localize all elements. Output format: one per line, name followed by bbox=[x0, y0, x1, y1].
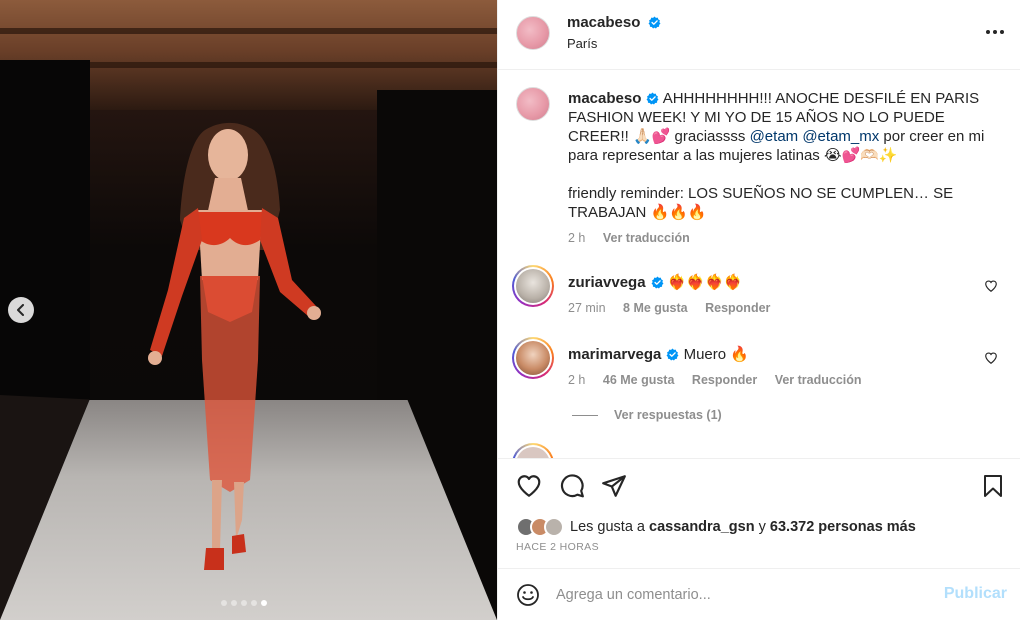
commenter-avatar[interactable] bbox=[512, 443, 554, 458]
emoji-icon[interactable] bbox=[516, 583, 540, 607]
action-bar: Les gusta a cassandra_gsn y 63.372 perso… bbox=[498, 458, 1020, 568]
translate-link[interactable]: Ver traducción bbox=[775, 373, 862, 387]
caption-body: graciassss bbox=[670, 128, 750, 145]
liker-avatar[interactable] bbox=[544, 517, 564, 537]
comments-list: macabeso AHHHHHHHH!!! ANOCHE DESFILÉ EN … bbox=[498, 71, 1020, 458]
author-username[interactable]: macabeso bbox=[567, 14, 640, 31]
caption-emoji: 😭💕🫶🏻✨ bbox=[823, 147, 898, 164]
reply-button[interactable]: Responder bbox=[692, 373, 757, 387]
verified-icon bbox=[651, 276, 664, 289]
bookmark-icon[interactable] bbox=[981, 473, 1005, 499]
caption-time[interactable]: 2 h bbox=[568, 231, 585, 245]
post-panel: macabeso París macabeso AHHHHHHHH!!! ANO… bbox=[497, 0, 1020, 620]
carousel-indicator bbox=[221, 600, 267, 606]
comment-meta: 27 min 8 Me gusta Responder bbox=[568, 301, 784, 315]
post-header: macabeso París bbox=[498, 0, 1020, 70]
translate-link[interactable]: Ver traducción bbox=[603, 231, 690, 245]
heart-icon[interactable] bbox=[516, 473, 542, 499]
comment-username[interactable]: marimarvega bbox=[568, 346, 661, 363]
post-comment-button[interactable]: Publicar bbox=[944, 585, 1007, 603]
heart-icon[interactable] bbox=[984, 351, 998, 365]
carousel-dot bbox=[241, 600, 247, 606]
caption-text: macabeso AHHHHHHHH!!! ANOCHE DESFILÉ EN … bbox=[568, 89, 998, 222]
liker-username[interactable]: cassandra_gsn bbox=[649, 519, 755, 535]
caption-username[interactable]: macabeso bbox=[568, 90, 641, 107]
carousel-dot-active bbox=[261, 600, 267, 606]
comment-likes[interactable]: 8 Me gusta bbox=[623, 301, 688, 315]
more-icon[interactable] bbox=[985, 20, 1005, 44]
mention-link[interactable]: @etam_mx bbox=[802, 128, 879, 145]
share-icon[interactable] bbox=[601, 473, 627, 499]
reply-button[interactable]: Responder bbox=[705, 301, 770, 315]
author-avatar[interactable] bbox=[516, 16, 550, 50]
mention-link[interactable]: @etam bbox=[750, 128, 799, 145]
view-replies[interactable]: Ver respuestas (1) bbox=[572, 408, 722, 422]
comment-item: marimarvega Muero 🔥 2 h 46 Me gusta Resp… bbox=[512, 337, 1006, 399]
post-location[interactable]: París bbox=[567, 36, 597, 51]
verified-icon bbox=[648, 16, 661, 29]
comment-time[interactable]: 27 min bbox=[568, 301, 606, 315]
commenter-avatar[interactable] bbox=[512, 265, 554, 307]
verified-icon bbox=[646, 92, 659, 105]
heart-icon[interactable] bbox=[984, 279, 998, 293]
comment-username[interactable]: zuriavvega bbox=[568, 274, 646, 291]
author-avatar[interactable] bbox=[516, 87, 550, 121]
view-replies-label[interactable]: Ver respuestas (1) bbox=[614, 408, 722, 422]
post-media[interactable] bbox=[0, 0, 497, 620]
carousel-dot bbox=[251, 600, 257, 606]
comment-input[interactable] bbox=[556, 581, 916, 609]
chevron-left-icon bbox=[17, 304, 24, 316]
caption-emoji: 🔥🔥🔥 bbox=[650, 204, 707, 221]
carousel-dot bbox=[231, 600, 237, 606]
comment-composer: Publicar bbox=[498, 568, 1020, 620]
comment-item: zuriavvega ❤️‍🔥❤️‍🔥❤️‍🔥❤️‍🔥 27 min 8 Me … bbox=[512, 265, 1006, 327]
ceiling-beam bbox=[0, 28, 497, 34]
model-figure bbox=[148, 122, 321, 570]
post-time[interactable]: HACE 2 HORAS bbox=[516, 541, 599, 553]
likes-prefix: Les gusta a bbox=[570, 519, 649, 535]
comment-body: Muero 🔥 bbox=[683, 346, 749, 363]
verified-icon bbox=[666, 348, 679, 361]
caption-meta: 2 h Ver traducción bbox=[568, 231, 704, 245]
likes-middle: y bbox=[754, 519, 770, 535]
comment-likes[interactable]: 46 Me gusta bbox=[603, 373, 675, 387]
comment-time[interactable]: 2 h bbox=[568, 373, 585, 387]
carousel-dot bbox=[221, 600, 227, 606]
comment-icon[interactable] bbox=[559, 473, 585, 499]
caption-body: friendly reminder: LOS SUEÑOS NO SE CUMP… bbox=[568, 185, 954, 221]
comment-meta: 2 h 46 Me gusta Responder Ver traducción bbox=[568, 373, 876, 387]
caption-emoji: 🙏🏻💕 bbox=[633, 128, 671, 145]
commenter-avatar[interactable] bbox=[512, 337, 554, 379]
carousel-prev-button[interactable] bbox=[8, 297, 34, 323]
likes-count[interactable]: 63.372 personas más bbox=[770, 519, 916, 535]
comment-body: ❤️‍🔥❤️‍🔥❤️‍🔥❤️‍🔥 bbox=[667, 274, 743, 291]
caption: macabeso AHHHHHHHH!!! ANOCHE DESFILÉ EN … bbox=[516, 87, 1006, 257]
likes-summary: Les gusta a cassandra_gsn y 63.372 perso… bbox=[516, 516, 916, 538]
likes-text[interactable]: Les gusta a cassandra_gsn y 63.372 perso… bbox=[570, 519, 916, 535]
replies-divider bbox=[572, 414, 598, 416]
comment-text: marimarvega Muero 🔥 bbox=[568, 345, 998, 364]
comment-text: zuriavvega ❤️‍🔥❤️‍🔥❤️‍🔥❤️‍🔥 bbox=[568, 273, 998, 292]
author-name-row: macabeso bbox=[567, 14, 661, 32]
